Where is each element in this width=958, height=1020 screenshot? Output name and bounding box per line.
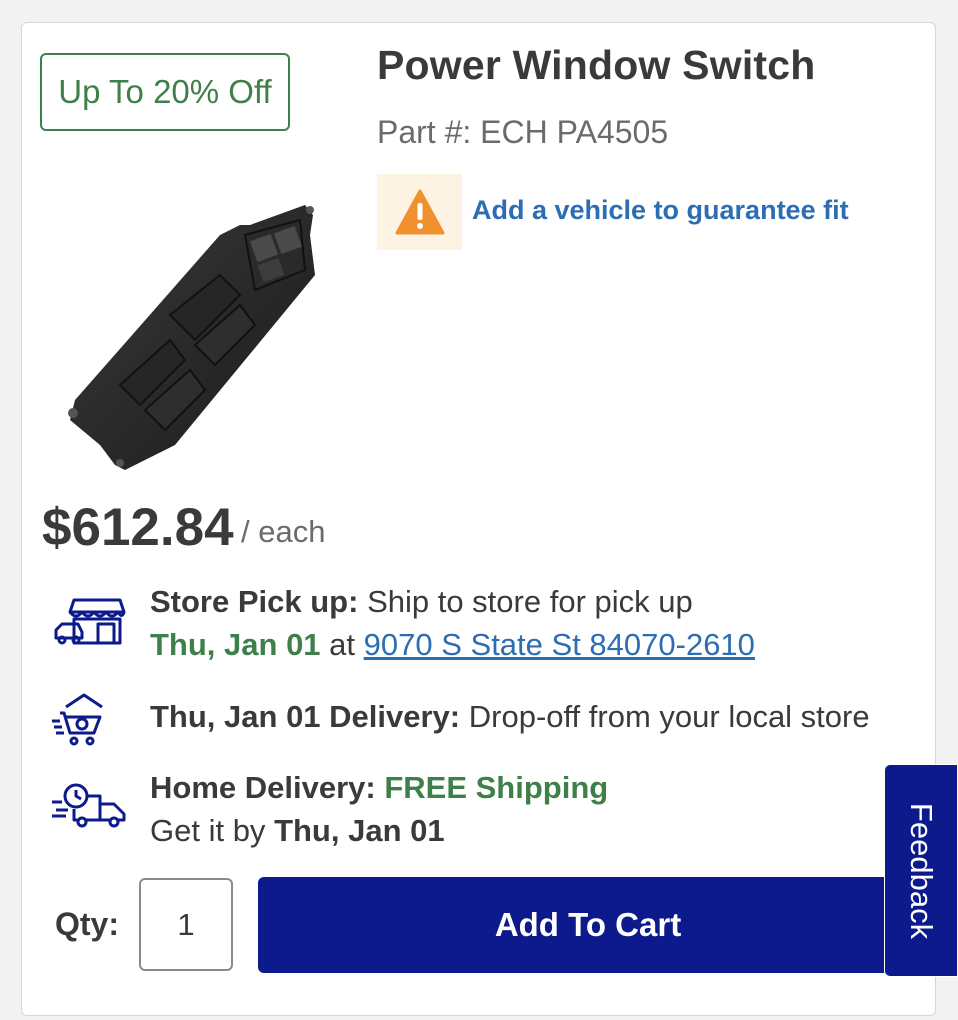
delivery-label: Thu, Jan 01 Delivery: bbox=[150, 699, 461, 734]
feedback-label: Feedback bbox=[904, 802, 940, 939]
pickup-date-line: Thu, Jan 01 at 9070 S State St 84070-261… bbox=[150, 627, 755, 663]
fast-truck-icon bbox=[52, 783, 126, 828]
feedback-tab[interactable]: Feedback bbox=[884, 764, 958, 977]
pickup-label: Store Pick up: bbox=[150, 584, 359, 619]
product-image[interactable] bbox=[55, 195, 335, 480]
pickup-text: Ship to store for pick up bbox=[367, 584, 693, 619]
home-delivery-date: Thu, Jan 01 bbox=[274, 813, 445, 848]
qty-label: Qty: bbox=[55, 906, 119, 942]
get-it-by-text: Get it by bbox=[150, 813, 266, 848]
warning-triangle-icon bbox=[395, 189, 444, 235]
free-shipping-text: FREE Shipping bbox=[384, 770, 609, 805]
discount-badge: Up To 20% Off bbox=[40, 53, 290, 131]
warning-box bbox=[377, 174, 462, 250]
pickup-line: Store Pick up: Ship to store for pick up bbox=[150, 584, 693, 620]
part-number: Part #: ECH PA4505 bbox=[377, 114, 669, 150]
home-delivery-label: Home Delivery: bbox=[150, 770, 376, 805]
price-unit: / each bbox=[241, 514, 326, 549]
store-pickup-icon bbox=[54, 598, 126, 645]
delivery-text: Drop-off from your local store bbox=[468, 699, 870, 734]
add-to-cart-button[interactable]: Add To Cart bbox=[258, 877, 918, 973]
home-date-line: Get it by Thu, Jan 01 bbox=[150, 813, 445, 849]
store-address-link[interactable]: 9070 S State St 84070-2610 bbox=[364, 627, 755, 662]
price: $612.84 bbox=[42, 498, 234, 557]
pickup-at: at bbox=[329, 627, 356, 662]
add-vehicle-link[interactable]: Add a vehicle to guarantee fit bbox=[472, 195, 849, 226]
cart-house-delivery-icon bbox=[52, 693, 103, 746]
delivery-line: Thu, Jan 01 Delivery: Drop-off from your… bbox=[150, 699, 870, 735]
pickup-date: Thu, Jan 01 bbox=[150, 627, 321, 662]
qty-input[interactable] bbox=[139, 878, 233, 971]
home-delivery-line: Home Delivery: FREE Shipping bbox=[150, 770, 608, 806]
product-title[interactable]: Power Window Switch bbox=[377, 42, 816, 89]
